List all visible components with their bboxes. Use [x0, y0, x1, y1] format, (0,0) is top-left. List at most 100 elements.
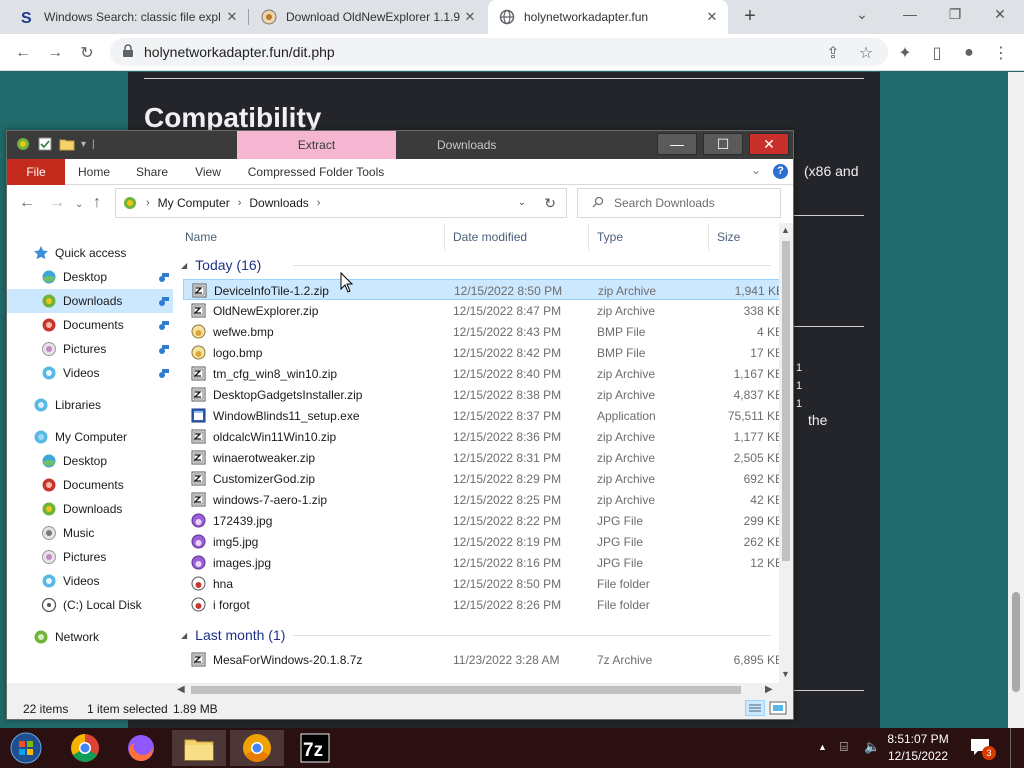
nav-mc-documents[interactable]: Documents — [7, 473, 173, 497]
nav-libraries[interactable]: Libraries — [7, 393, 173, 417]
file-row[interactable]: logo.bmp 12/15/2022 8:42 PM BMP File 17 KB — [183, 342, 783, 363]
file-row[interactable]: MesaForWindows-20.1.8.7z 11/23/2022 3:28 … — [183, 649, 783, 670]
horizontal-scroll-thumb[interactable] — [191, 686, 741, 694]
pin-icon[interactable] — [157, 270, 171, 284]
file-row[interactable]: DeviceInfoTile-1.2.zip 12/15/2022 8:50 PM… — [183, 279, 784, 300]
address-bar[interactable]: holynetworkadapter.fun/dit.php — [110, 38, 888, 66]
nav-network[interactable]: Network — [7, 625, 173, 649]
back-arrow-icon[interactable]: ← — [19, 194, 35, 212]
file-row[interactable]: CustomizerGod.zip 12/15/2022 8:29 PM zip A… — [183, 468, 783, 489]
menu-kebab-icon[interactable]: ⋮ — [990, 42, 1012, 64]
browser-tab-windows-search[interactable]: S Windows Search: classic file expl ✕ — [8, 0, 248, 34]
restore-icon[interactable]: ❐ — [945, 6, 965, 23]
file-group-header[interactable]: ◢ Last month (1) — [173, 621, 779, 649]
nav-quick-access[interactable]: Quick access — [7, 241, 173, 265]
properties-icon[interactable] — [37, 136, 53, 152]
new-folder-icon[interactable] — [59, 136, 75, 152]
nav-mc-pictures[interactable]: Pictures — [7, 545, 173, 569]
network-tray-icon[interactable]: ⌸ — [840, 739, 848, 755]
file-row[interactable]: hna 12/15/2022 8:50 PM File folder — [183, 573, 781, 594]
file-row[interactable]: winaerotweaker.zip 12/15/2022 8:31 PM zip … — [183, 447, 783, 468]
file-group-header[interactable]: ◢ Today (16) — [173, 251, 779, 279]
pin-icon[interactable] — [157, 318, 171, 332]
file-row[interactable]: OldNewExplorer.zip 12/15/2022 8:47 PM zip … — [183, 300, 783, 321]
column-header-type[interactable]: Type — [589, 223, 709, 251]
show-desktop-button[interactable] — [1010, 728, 1024, 768]
vertical-scroll-thumb[interactable] — [782, 241, 790, 561]
search-input[interactable] — [614, 196, 774, 210]
column-header-name[interactable]: Name — [173, 223, 445, 251]
page-scrollbar[interactable] — [1008, 72, 1024, 728]
up-arrow-icon[interactable]: ↑ — [93, 194, 101, 212]
browser-tab-holynetworkadapter[interactable]: holynetworkadapter.fun ✕ — [488, 0, 728, 34]
close-window-icon[interactable]: ✕ — [990, 6, 1010, 23]
pin-icon[interactable] — [157, 294, 171, 308]
file-row[interactable]: tm_cfg_win8_win10.zip 12/15/2022 8:40 PM z… — [183, 363, 783, 384]
start-button[interactable] — [0, 730, 52, 766]
file-row[interactable]: windows-7-aero-1.zip 12/15/2022 8:25 PM zi… — [183, 489, 783, 510]
tray-overflow-icon[interactable]: ▲ — [818, 742, 827, 752]
close-tab-icon[interactable]: ✕ — [222, 9, 242, 25]
address-breadcrumb[interactable]: › My Computer › Downloads › ⌄ ↻ — [115, 188, 567, 218]
volume-icon[interactable]: 🔈 — [864, 739, 880, 755]
nav-qa-videos[interactable]: Videos — [7, 361, 173, 385]
nav-qa-downloads[interactable]: Downloads — [7, 289, 173, 313]
file-row[interactable]: oldcalcWin11Win10.zip 12/15/2022 8:36 PM z… — [183, 426, 783, 447]
nav-qa-documents[interactable]: Documents — [7, 313, 173, 337]
collapse-group-icon[interactable]: ◢ — [181, 631, 187, 640]
nav-my-computer[interactable]: My Computer — [7, 425, 173, 449]
taskbar-clock[interactable]: 8:51:07 PM 12/15/2022 — [880, 731, 956, 765]
search-box[interactable] — [577, 188, 781, 218]
nav-qa-desktop[interactable]: Desktop — [7, 265, 173, 289]
customize-qa-icon[interactable]: ▾ — [81, 139, 86, 150]
column-header-size[interactable]: Size — [709, 223, 779, 251]
expand-ribbon-icon[interactable]: ⌄ — [751, 163, 761, 177]
file-row[interactable]: 172439.jpg 12/15/2022 8:22 PM JPG File 299 … — [183, 510, 783, 531]
horizontal-scrollbar[interactable]: ◀ ▶ — [173, 683, 779, 697]
ribbon-tab-view[interactable]: View — [185, 159, 231, 185]
extensions-icon[interactable]: ✦ — [894, 42, 916, 64]
share-icon[interactable]: ⇪ — [822, 42, 844, 64]
ribbon-tab-home[interactable]: Home — [71, 159, 117, 185]
ribbon-tab-compressed-folder-tools[interactable]: Compressed Folder Tools — [243, 159, 389, 185]
taskbar-firefox[interactable] — [114, 730, 168, 766]
taskbar-file-explorer[interactable] — [172, 730, 226, 766]
column-header-date-modified[interactable]: Date modified — [445, 223, 589, 251]
bookmark-star-icon[interactable]: ☆ — [855, 42, 877, 64]
refresh-icon[interactable]: ↻ — [544, 195, 556, 212]
pin-icon[interactable] — [157, 342, 171, 356]
ribbon-tab-file[interactable]: File — [7, 159, 65, 185]
scroll-left-icon[interactable]: ◀ — [177, 684, 185, 695]
new-tab-button[interactable]: + — [738, 5, 762, 29]
help-icon[interactable]: ? — [773, 164, 788, 179]
nav-mc-downloads[interactable]: Downloads — [7, 497, 173, 521]
scroll-down-icon[interactable]: ▼ — [781, 669, 790, 679]
close-tab-icon[interactable]: ✕ — [702, 9, 722, 25]
forward-arrow-icon[interactable]: → — [49, 194, 65, 212]
recent-locations-icon[interactable]: ⌄ — [75, 199, 83, 210]
address-dropdown-icon[interactable]: ⌄ — [518, 197, 526, 208]
file-row[interactable]: DesktopGadgetsInstaller.zip 12/15/2022 8:… — [183, 384, 783, 405]
reload-icon[interactable]: ↻ — [76, 42, 98, 64]
details-view-icon[interactable] — [745, 700, 765, 716]
nav-qa-pictures[interactable]: Pictures — [7, 337, 173, 361]
profile-icon[interactable]: ● — [958, 42, 980, 64]
nav-mc-desktop[interactable]: Desktop — [7, 449, 173, 473]
browser-tab-oldnewexplorer[interactable]: Download OldNewExplorer 1.1.9 ✕ — [250, 0, 486, 34]
pin-icon[interactable] — [157, 366, 171, 380]
taskbar-7zip[interactable]: 7z — [288, 730, 342, 766]
file-row[interactable]: i forgot 12/15/2022 8:26 PM File folder — [183, 594, 781, 615]
large-icons-view-icon[interactable] — [769, 700, 787, 716]
title-bar[interactable]: ▾ | Extract Downloads — ☐ ✕ — [7, 131, 793, 159]
minimize-button[interactable]: — — [657, 133, 697, 155]
taskbar-chrome-canary[interactable] — [230, 730, 284, 766]
minimize-icon[interactable]: — — [900, 6, 920, 22]
taskbar-chrome[interactable] — [58, 730, 112, 766]
back-icon[interactable]: ← — [12, 42, 34, 64]
file-row[interactable]: WindowBlinds11_setup.exe 12/15/2022 8:37 … — [183, 405, 783, 426]
side-panel-icon[interactable]: ▯ — [926, 42, 948, 64]
ribbon-tab-share[interactable]: Share — [129, 159, 175, 185]
file-row[interactable]: wefwe.bmp 12/15/2022 8:43 PM BMP File 4 KB — [183, 321, 783, 342]
tab-search-icon[interactable]: ⌄ — [852, 6, 872, 23]
file-row[interactable]: images.jpg 12/15/2022 8:16 PM JPG File 12 K… — [183, 552, 783, 573]
